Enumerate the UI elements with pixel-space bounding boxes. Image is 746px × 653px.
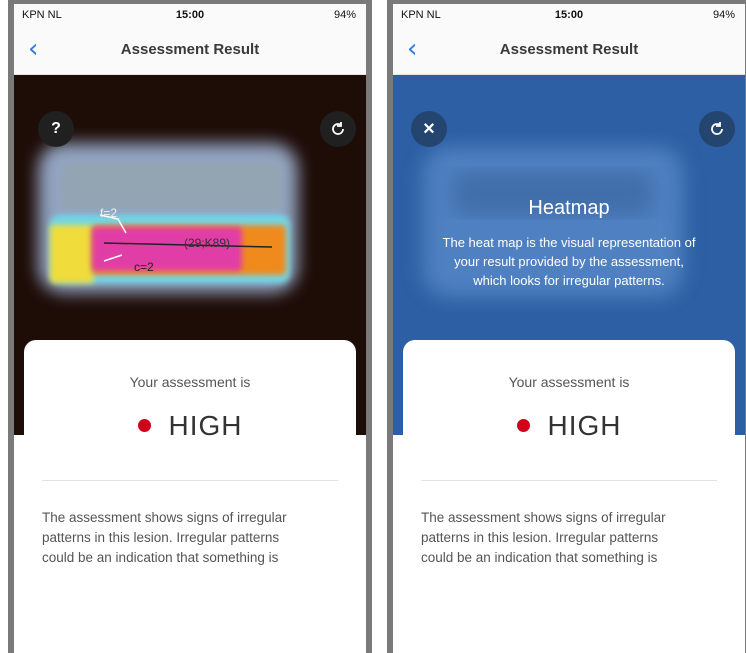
clock: 15:00 (175, 9, 205, 21)
result-level: HIGH (24, 410, 356, 442)
refresh-icon (711, 122, 723, 135)
result-level-text: HIGH (547, 410, 622, 441)
refresh-icon (332, 122, 344, 135)
description-line: The assessment shows signs of irregular (42, 510, 287, 525)
description-line: The assessment shows signs of irregular (421, 510, 666, 525)
annotation-c: c=2 (134, 260, 154, 274)
result-description: The assessment shows signs of irregular … (42, 508, 340, 568)
status-bar: KPN NL 15:00 94% (393, 4, 745, 26)
help-icon: ? (51, 120, 61, 137)
result-label: Your assessment is (129, 374, 251, 390)
status-bar: KPN NL 15:00 94% (14, 4, 366, 26)
screen-content: KPN NL 15:00 94% ‹ Assessment Result × H… (393, 4, 745, 653)
result-description: The assessment shows signs of irregular … (421, 508, 719, 568)
description-line: patterns in this lesion. Irregular patte… (421, 530, 659, 545)
annotation-f: f=2 (100, 206, 117, 220)
screen-content: KPN NL 15:00 94% ‹ Assessment Result f=2… (14, 4, 366, 653)
page-title: Assessment Result (120, 41, 260, 58)
description-line: patterns in this lesion. Irregular patte… (42, 530, 280, 545)
overlay-text: The heat map is the visual representatio… (411, 233, 727, 290)
annotation-coord: (29;K89) (184, 236, 230, 250)
refresh-button[interactable] (699, 111, 735, 147)
overlay-text-line: your result provided by the assessment, (454, 254, 684, 269)
overlay-title: Heatmap (528, 197, 610, 219)
close-button[interactable]: × (411, 111, 447, 147)
result-label: Your assessment is (508, 374, 630, 390)
result-card: Your assessment is HIGH The assessment s… (403, 340, 735, 653)
clock: 15:00 (554, 9, 584, 21)
battery-label: 94% (712, 9, 735, 21)
overlay-text-line: which looks for irregular patterns. (473, 273, 665, 288)
navigation-bar: ‹ Assessment Result (14, 26, 366, 75)
description-line: could be an indication that something is (421, 550, 658, 565)
battery-label: 94% (333, 9, 356, 21)
help-button[interactable]: ? (38, 111, 74, 147)
navigation-bar: ‹ Assessment Result (393, 26, 745, 75)
status-dot-icon (516, 419, 530, 433)
description-line: could be an indication that something is (42, 550, 279, 565)
screen-heatmap-info: KPN NL 15:00 94% ‹ Assessment Result × H… (387, 0, 746, 653)
close-icon: × (423, 117, 435, 140)
divider (421, 480, 717, 481)
result-level-text: HIGH (168, 410, 243, 441)
overlay-text-line: The heat map is the visual representatio… (442, 235, 696, 250)
status-dot-icon (137, 419, 151, 433)
divider (42, 480, 338, 481)
refresh-button[interactable] (320, 111, 356, 147)
result-level: HIGH (403, 410, 735, 442)
result-card: Your assessment is HIGH The assessment s… (24, 340, 356, 653)
screen-heatmap: KPN NL 15:00 94% ‹ Assessment Result f=2… (8, 0, 372, 653)
page-title: Assessment Result (499, 41, 639, 58)
